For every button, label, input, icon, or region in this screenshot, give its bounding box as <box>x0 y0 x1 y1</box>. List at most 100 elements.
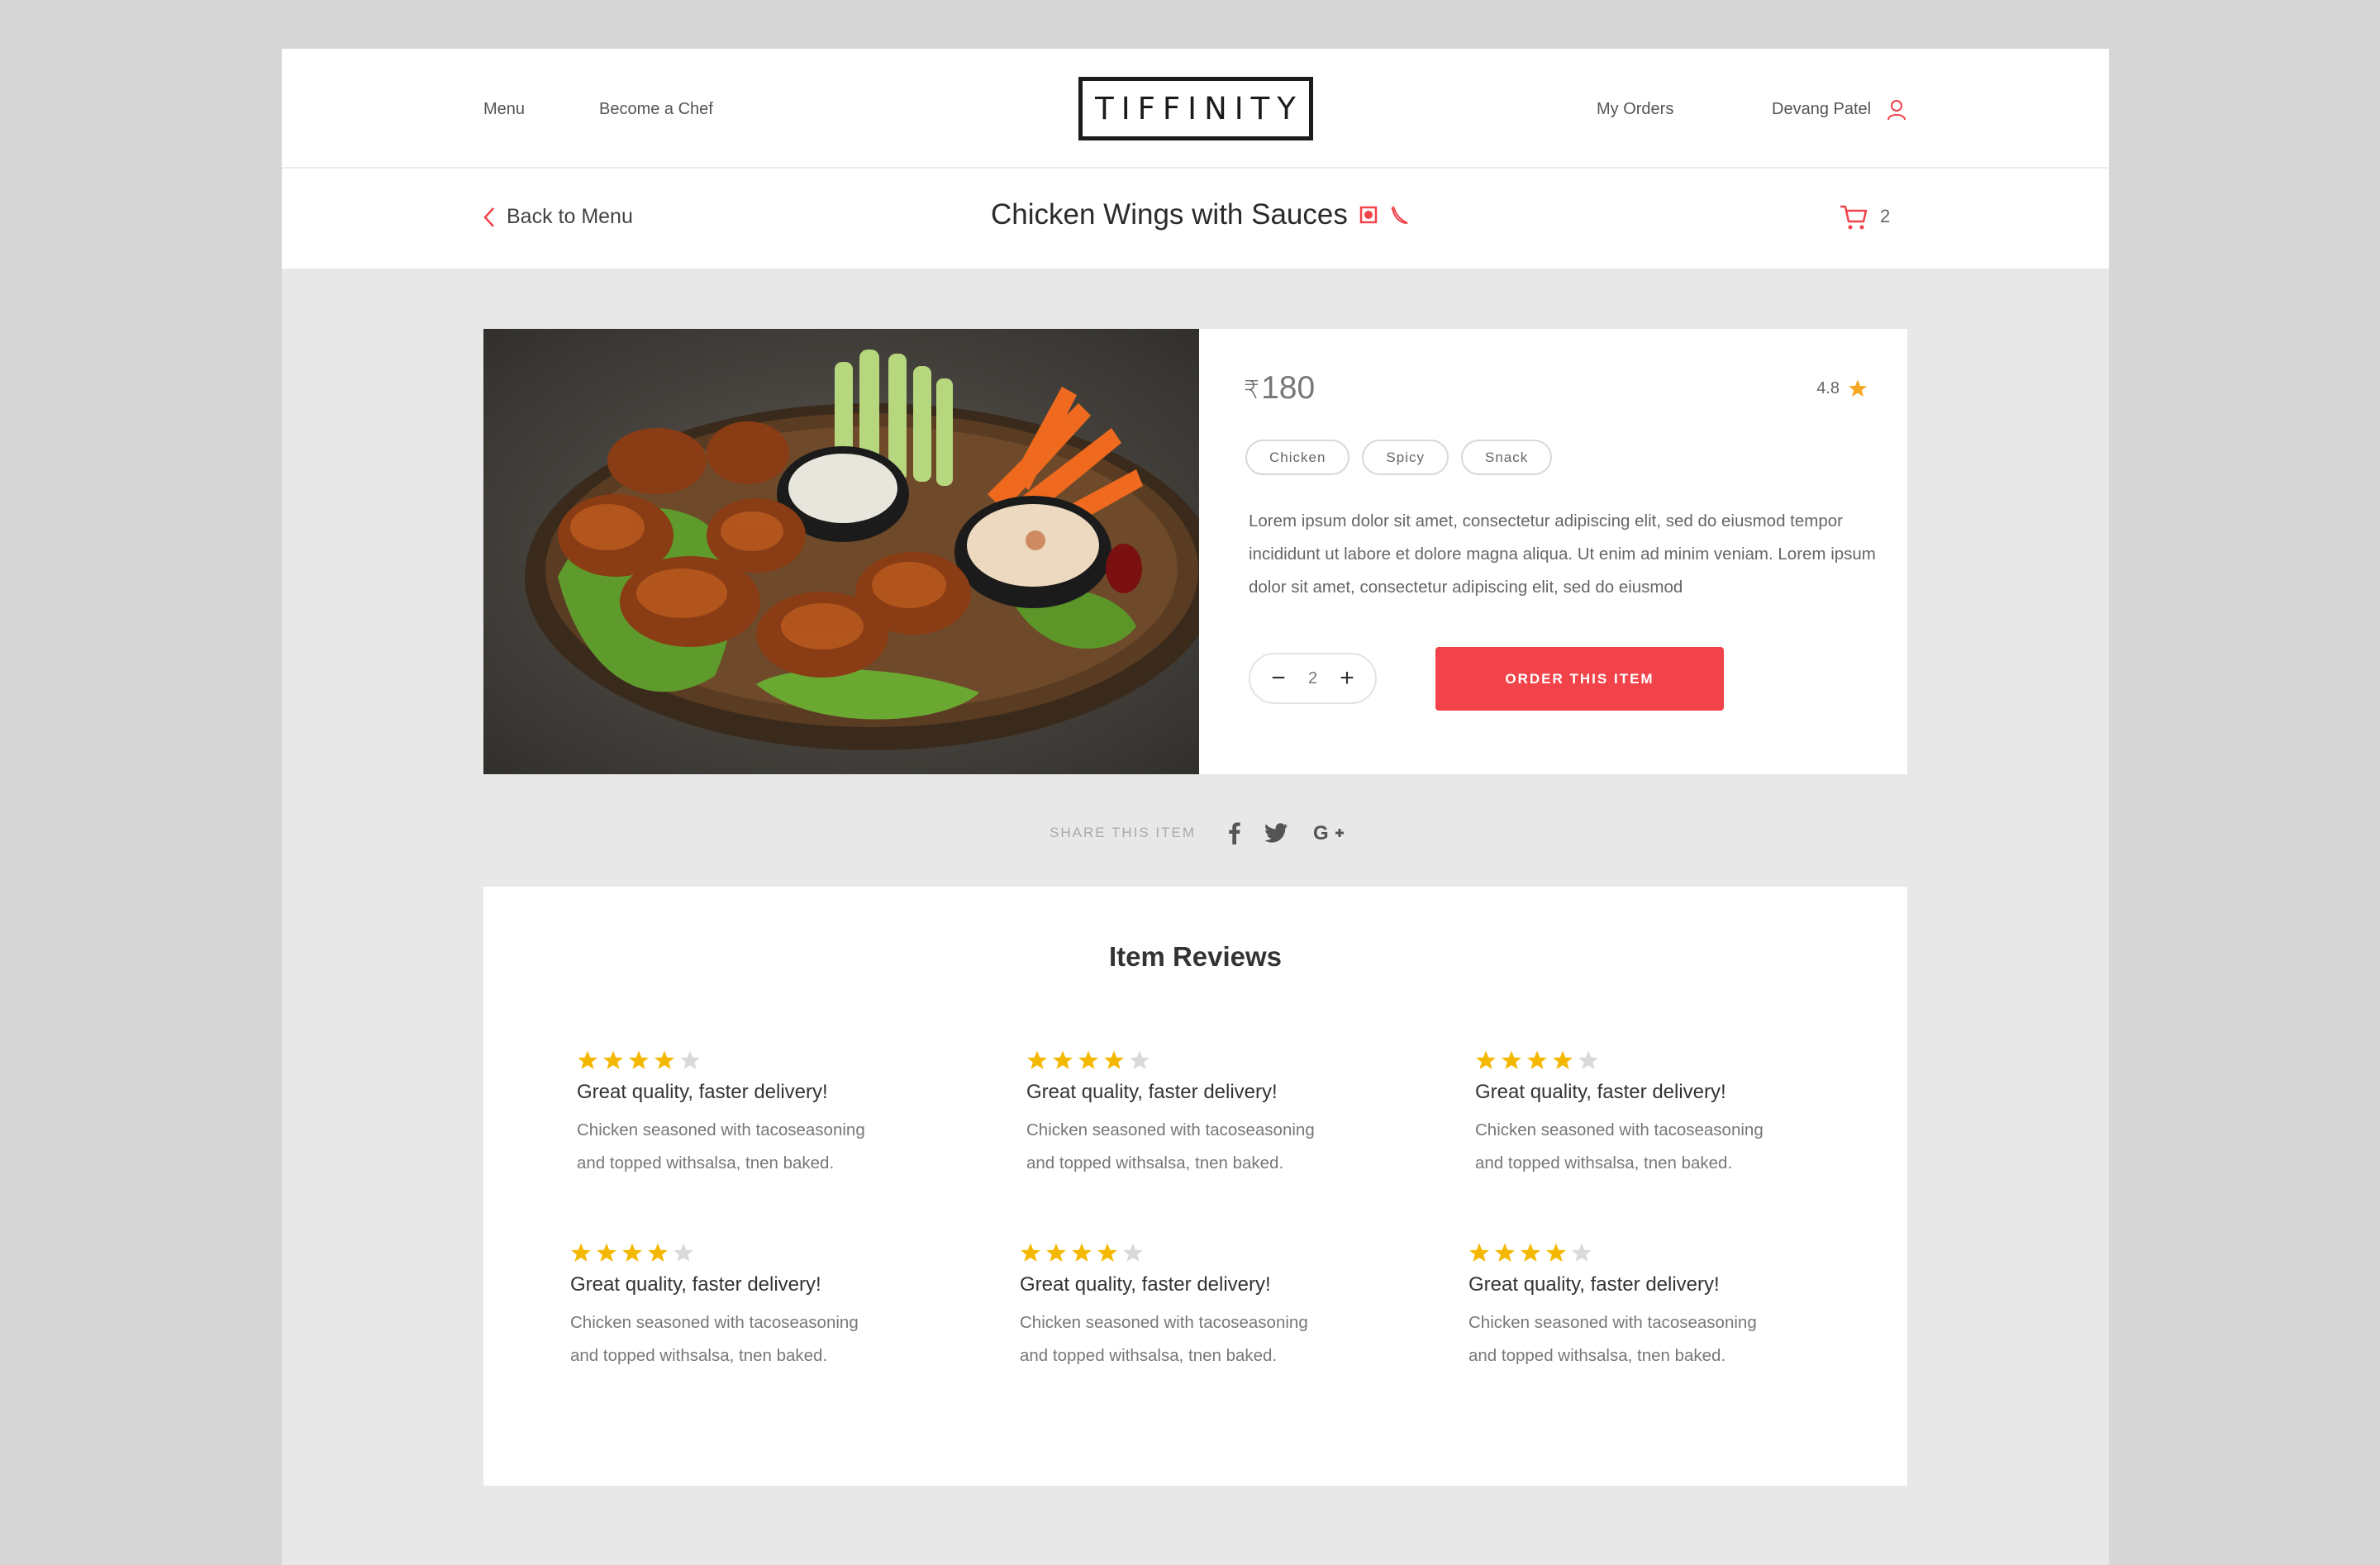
star-filled-icon <box>622 1243 642 1262</box>
back-to-menu-label: Back to Menu <box>507 205 633 228</box>
svg-text:G: G <box>1313 822 1329 844</box>
review-stars <box>1020 1242 1367 1263</box>
star-filled-icon <box>1476 1050 1496 1069</box>
share-label: SHARE THIS ITEM <box>1050 825 1197 840</box>
order-item-button[interactable]: ORDER THIS ITEM <box>1435 647 1724 711</box>
nav-menu-link[interactable]: Menu <box>483 100 525 119</box>
review-text-line-1: Chicken seasoned with tacoseasoning <box>1026 1120 1315 1139</box>
tag-chicken[interactable]: Chicken <box>1245 440 1350 475</box>
logo[interactable]: TIFFINITY <box>1078 77 1313 140</box>
chevron-left-icon <box>483 207 494 227</box>
dish-info-panel: ₹180 4.8 Chicken Spicy Snack Lorem ipsum… <box>1199 329 1907 774</box>
quantity-stepper: − 2 + <box>1249 653 1377 704</box>
star-filled-icon <box>1078 1050 1098 1069</box>
star-filled-icon <box>1495 1243 1515 1262</box>
star-filled-icon <box>1502 1050 1521 1069</box>
back-to-menu-link[interactable]: Back to Menu <box>483 205 633 229</box>
star-empty-icon <box>1130 1050 1150 1069</box>
review-text-line-2: and topped withsalsa, tnen baked. <box>577 1154 835 1173</box>
dish-title-group: Chicken Wings with Sauces <box>991 198 1409 231</box>
star-empty-icon <box>1578 1050 1598 1069</box>
tag-spicy[interactable]: Spicy <box>1362 440 1449 475</box>
cart-count: 2 <box>1880 206 1891 226</box>
star-filled-icon <box>1053 1050 1073 1069</box>
review-text-line-2: and topped withsalsa, tnen baked. <box>570 1346 828 1365</box>
nav-my-orders-link[interactable]: My Orders <box>1597 100 1673 119</box>
review-card: Great quality, faster delivery! Chicken … <box>1020 1242 1367 1372</box>
review-stars <box>577 1049 924 1071</box>
review-stars <box>1475 1049 1822 1071</box>
review-stars <box>570 1242 917 1263</box>
item-reviews-section: Item Reviews Great quality, faster deliv… <box>483 887 1907 1486</box>
decrease-quantity-button[interactable]: − <box>1269 666 1288 691</box>
reviews-title: Item Reviews <box>1108 941 1283 972</box>
dish-description: Lorem ipsum dolor sit amet, consectetur … <box>1249 511 1876 597</box>
nav-become-chef-link[interactable]: Become a Chef <box>599 100 713 119</box>
review-stars <box>1026 1049 1373 1071</box>
review-card: Great quality, faster delivery! Chicken … <box>1475 1049 1822 1180</box>
cart-button[interactable]: 2 <box>1839 202 1890 231</box>
logo-text: TIFFINITY <box>1095 91 1303 126</box>
nav-user-name[interactable]: Devang Patel <box>1772 100 1871 119</box>
star-filled-icon <box>1072 1243 1092 1262</box>
review-stars <box>1468 1242 1816 1263</box>
star-filled-icon <box>578 1050 597 1069</box>
star-filled-icon <box>1553 1050 1573 1069</box>
star-filled-icon <box>1097 1243 1117 1262</box>
rating-value: 4.8 <box>1816 378 1840 397</box>
share-bar: SHARE THIS ITEM G <box>1050 821 1369 844</box>
star-empty-icon <box>674 1243 693 1262</box>
star-empty-icon <box>680 1050 700 1069</box>
review-text-line-2: and topped withsalsa, tnen baked. <box>1468 1346 1726 1365</box>
top-navbar: Menu Become a Chef TIFFINITY My Orders D… <box>282 49 2109 169</box>
review-card: Great quality, faster delivery! Chicken … <box>570 1242 917 1372</box>
item-subheader: Back to Menu Chicken Wings with Sauces 2 <box>282 169 2109 269</box>
review-text-line-1: Chicken seasoned with tacoseasoning <box>570 1313 859 1332</box>
review-title: Great quality, faster delivery! <box>577 1081 828 1103</box>
price: ₹180 <box>1244 370 1315 407</box>
cart-icon <box>1840 205 1868 230</box>
dish-rating: 4.8 <box>1816 378 1868 398</box>
star-filled-icon <box>1527 1050 1547 1069</box>
chili-spicy-icon <box>1391 206 1408 224</box>
star-filled-icon <box>654 1050 674 1069</box>
star-filled-icon <box>629 1050 649 1069</box>
review-text-line-1: Chicken seasoned with tacoseasoning <box>1020 1313 1308 1332</box>
star-filled-icon <box>1046 1243 1066 1262</box>
price-value: 180 <box>1261 370 1316 406</box>
star-icon <box>1849 379 1867 397</box>
star-empty-icon <box>1123 1243 1143 1262</box>
dish-tags: Chicken Spicy Snack <box>1245 440 1553 475</box>
review-title: Great quality, faster delivery! <box>1468 1273 1720 1296</box>
star-filled-icon <box>1104 1050 1124 1069</box>
quantity-value[interactable]: 2 <box>1308 669 1317 688</box>
review-card: Great quality, faster delivery! Chicken … <box>1468 1242 1816 1372</box>
facebook-icon[interactable] <box>1229 821 1240 844</box>
non-veg-icon <box>1359 206 1378 224</box>
review-card: Great quality, faster delivery! Chicken … <box>1026 1049 1373 1180</box>
star-filled-icon <box>1027 1050 1047 1069</box>
review-title: Great quality, faster delivery! <box>1026 1081 1278 1103</box>
star-filled-icon <box>1021 1243 1040 1262</box>
increase-quantity-button[interactable]: + <box>1337 666 1357 691</box>
dish-title: Chicken Wings with Sauces <box>991 198 1348 231</box>
star-filled-icon <box>571 1243 591 1262</box>
user-icon[interactable] <box>1887 99 1906 121</box>
star-filled-icon <box>603 1050 623 1069</box>
review-text-line-2: and topped withsalsa, tnen baked. <box>1020 1346 1278 1365</box>
review-text-line-1: Chicken seasoned with tacoseasoning <box>577 1120 865 1139</box>
google-plus-icon[interactable]: G <box>1313 822 1345 844</box>
dish-photo <box>483 329 1199 774</box>
review-card: Great quality, faster delivery! Chicken … <box>577 1049 924 1180</box>
review-title: Great quality, faster delivery! <box>570 1273 821 1296</box>
star-filled-icon <box>1469 1243 1489 1262</box>
review-text-line-2: and topped withsalsa, tnen baked. <box>1475 1154 1733 1173</box>
currency-symbol: ₹ <box>1244 377 1260 404</box>
review-text-line-2: and topped withsalsa, tnen baked. <box>1026 1154 1284 1173</box>
review-text-line-1: Chicken seasoned with tacoseasoning <box>1468 1313 1757 1332</box>
tag-snack[interactable]: Snack <box>1461 440 1553 475</box>
twitter-icon[interactable] <box>1265 823 1288 843</box>
review-title: Great quality, faster delivery! <box>1020 1273 1271 1296</box>
page-canvas: Menu Become a Chef TIFFINITY My Orders D… <box>282 49 2109 1565</box>
star-empty-icon <box>1572 1243 1592 1262</box>
